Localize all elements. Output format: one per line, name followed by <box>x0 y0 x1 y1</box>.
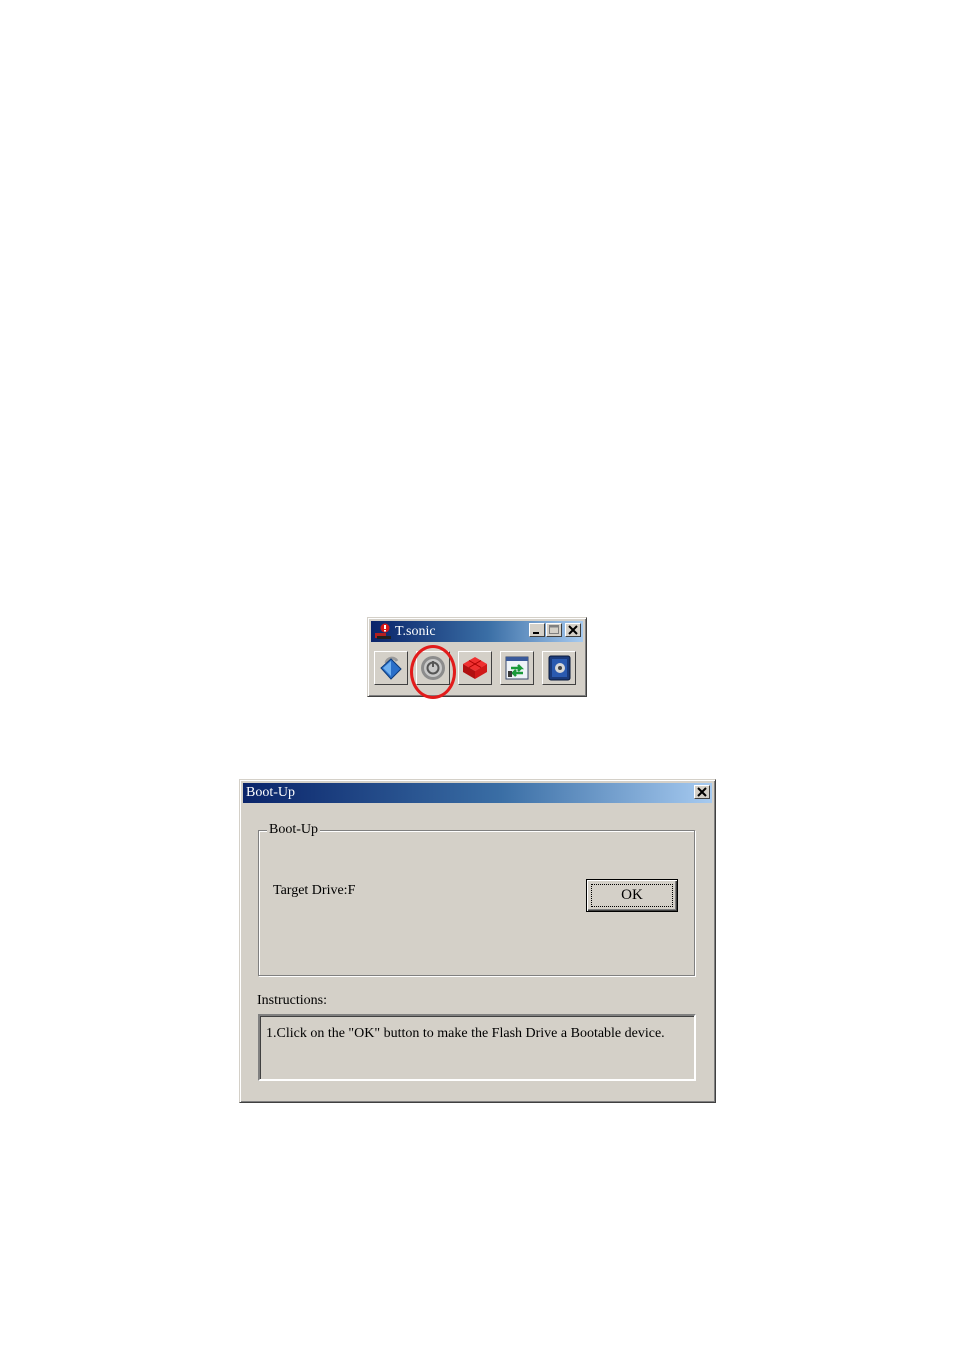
dialog-close-button[interactable] <box>694 785 710 799</box>
focus-rectangle <box>591 884 673 907</box>
highlight-circle <box>410 645 456 699</box>
instructions-label: Instructions: <box>257 993 327 1008</box>
lock-button[interactable] <box>374 651 408 685</box>
instructions-text: 1.Click on the "OK" button to make the F… <box>266 1026 665 1041</box>
minimize-button[interactable] <box>529 623 545 637</box>
close-icon <box>568 625 578 635</box>
bootup-title: Boot-Up <box>246 785 295 800</box>
ok-button[interactable]: OK <box>586 879 678 912</box>
instructions-box: 1.Click on the "OK" button to make the F… <box>258 1014 696 1081</box>
maximize-button[interactable] <box>546 623 562 637</box>
bootup-titlebar[interactable]: Boot-Up <box>243 783 712 803</box>
blocks-button[interactable] <box>458 651 492 685</box>
lock-icon <box>380 656 402 680</box>
tsonic-toolbar <box>374 651 576 685</box>
bootup-dialog: Boot-Up Boot-Up Target Drive:F OK Instru… <box>239 779 716 1103</box>
safe-icon <box>548 655 571 681</box>
tsonic-app-icon <box>374 623 392 641</box>
tsonic-title: T.sonic <box>395 623 436 639</box>
minimize-icon <box>533 632 539 634</box>
bootup-groupbox: Boot-Up Target Drive:F OK <box>258 822 695 976</box>
red-blocks-icon <box>463 657 487 679</box>
target-drive-label: Target Drive:F <box>273 883 356 898</box>
close-button[interactable] <box>565 623 581 637</box>
tsonic-window: T.sonic <box>367 617 587 697</box>
safe-button[interactable] <box>542 651 576 685</box>
groupbox-title: Boot-Up <box>267 822 320 838</box>
sync-button[interactable] <box>500 651 534 685</box>
maximize-icon <box>549 625 559 634</box>
tsonic-titlebar[interactable]: T.sonic <box>371 621 583 642</box>
sync-icon <box>505 656 529 680</box>
close-icon <box>697 787 707 797</box>
